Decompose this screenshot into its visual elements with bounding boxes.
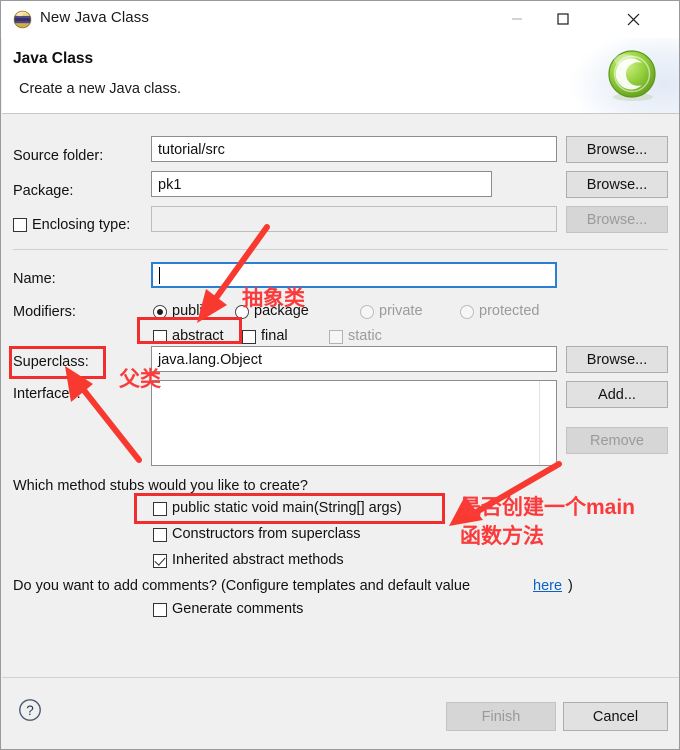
enclosing-type-checkbox[interactable] [13,218,27,232]
modifier-radio-private [360,305,374,319]
comments-question-suffix: ) [568,578,573,594]
dialog-body: Source folder: tutorial/src Browse... Pa… [2,114,679,676]
eclipse-sphere-icon [13,10,32,29]
modifier-checkbox-abstract[interactable] [153,330,167,344]
enclosing-type-browse-button: Browse... [566,206,668,233]
minimize-icon [512,18,522,20]
svg-text:?: ? [26,703,34,718]
close-icon [627,13,639,25]
superclass-label: Superclass: [13,354,89,370]
generate-comments-checkbox[interactable] [153,603,167,617]
interfaces-list[interactable] [151,380,557,466]
comments-question-prefix: Do you want to add comments? (Configure … [13,578,471,594]
superclass-browse-button[interactable]: Browse... [566,346,668,373]
modifier-radio-package[interactable] [235,305,249,319]
interfaces-label: Interfaces: [13,386,81,402]
minimize-button[interactable] [494,1,540,37]
source-folder-input[interactable]: tutorial/src [151,136,557,162]
package-label: Package: [13,183,74,199]
configure-templates-link[interactable]: here [533,578,562,594]
package-input[interactable]: pk1 [151,171,492,197]
modifier-label-static: static [348,328,382,344]
close-button[interactable] [610,1,656,37]
dialog-footer: ? Finish Cancel [2,677,679,749]
modifiers-label: Modifiers: [13,304,76,320]
modifier-radio-public[interactable] [153,305,167,319]
enclosing-type-label: Enclosing type: [32,217,131,233]
package-browse-button[interactable]: Browse... [566,171,668,198]
green-c-class-icon [602,45,662,105]
modifier-label-public: public [172,303,210,319]
generate-comments-label: Generate comments [172,601,304,617]
modifier-label-package: package [254,303,309,319]
stub-checkbox-inherited-abstract[interactable] [153,554,167,568]
maximize-icon [557,13,569,25]
new-java-class-dialog: New Java Class Java Class Create a new J… [0,0,680,750]
modifier-label-final: final [261,328,288,344]
section-divider [13,249,668,250]
modifier-label-abstract: abstract [172,328,224,344]
source-folder-label: Source folder: [13,148,104,164]
modifier-checkbox-static [329,330,343,344]
modifier-radio-protected [460,305,474,319]
stub-label-inherited-abstract: Inherited abstract methods [172,552,344,568]
dialog-header: Java Class Create a new Java class. [2,38,679,114]
finish-button: Finish [446,702,556,731]
cancel-button[interactable]: Cancel [563,702,668,731]
source-folder-browse-button[interactable]: Browse... [566,136,668,163]
superclass-input[interactable]: java.lang.Object [151,346,557,372]
stub-label-constructors: Constructors from superclass [172,526,361,542]
help-question-icon[interactable]: ? [18,698,42,722]
name-label: Name: [13,271,56,287]
modifier-label-protected: protected [479,303,540,319]
interfaces-add-button[interactable]: Add... [566,381,668,408]
page-title: Java Class [13,50,94,67]
page-subtitle: Create a new Java class. [19,81,181,97]
modifier-label-private: private [379,303,423,319]
title-bar: New Java Class [1,1,679,38]
stub-checkbox-main[interactable] [153,502,167,516]
stub-checkbox-constructors[interactable] [153,528,167,542]
interfaces-list-scrollbar[interactable] [539,381,556,465]
modifier-checkbox-final[interactable] [242,330,256,344]
interfaces-remove-button: Remove [566,427,668,454]
maximize-button[interactable] [540,1,586,37]
text-caret [159,267,160,284]
name-input[interactable] [151,262,557,288]
stub-label-main: public static void main(String[] args) [172,500,402,516]
window-title: New Java Class [40,9,149,26]
method-stubs-question: Which method stubs would you like to cre… [13,478,308,494]
enclosing-type-input [151,206,557,232]
